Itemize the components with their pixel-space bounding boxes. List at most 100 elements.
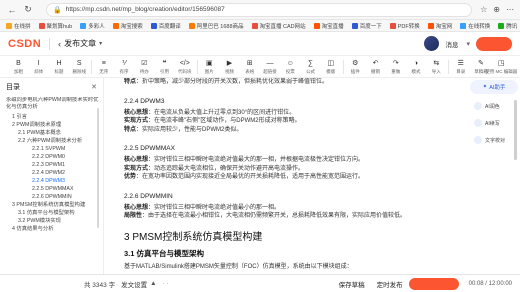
bookmark-item[interactable]: 多彩人: [80, 22, 105, 30]
toolbar-button[interactable]: ↷ 重做: [387, 59, 404, 75]
messages-link[interactable]: 消息: [445, 39, 458, 49]
feature-label: 特点: [124, 79, 137, 85]
editor-footer: 共 3343 字 发文设置 ▲ · · 保存草稿 定时发布 00:08 / 12…: [0, 274, 520, 292]
toolbar-button[interactable]: — 超链接: [262, 59, 279, 75]
editor-toolbar: B 加粗 I 斜体 H 标题 S 删除线 ≡ 无序 ⅟ 有序 ☑ 待办 ❝ 引用 </> 代码块 ▣ 图片 ▶ 视频 ⊞ 表格…: [0, 56, 520, 78]
bookmark-item[interactable]: 淘宝搜索: [112, 22, 143, 30]
save-draft-button[interactable]: 保存草稿: [339, 279, 365, 289]
schedule-publish-button[interactable]: 定时发布: [377, 279, 403, 289]
bookmark-item[interactable]: 淘宝直播: [313, 22, 344, 30]
more-icon[interactable]: ⋯: [506, 5, 514, 14]
toc-item[interactable]: 4 仿真结果与分析: [6, 225, 103, 233]
toolbar-button[interactable]: ☺ 投票: [282, 59, 299, 75]
extensions-icon[interactable]: ⊕: [493, 5, 500, 14]
chevron-down-icon[interactable]: ▾: [466, 40, 470, 48]
toc-item[interactable]: 2.2.6 DPWMMIN: [6, 193, 103, 201]
toolbar-label: 加粗: [14, 68, 23, 74]
ai-assistant-button[interactable]: ✦ AI助手: [470, 80, 518, 94]
toc-sidebar: 目录 ✕ 永磁同步电机六种PWM调制技术实时优化与仿真分析 1 引言 2 PWM调制…: [0, 78, 104, 274]
bookmark-item[interactable]: 腾讯: [498, 22, 517, 30]
bookmark-item[interactable]: 百度翻译: [150, 22, 181, 30]
toc-item[interactable]: 2.2.1 SVPWM: [6, 145, 103, 153]
toolbar-label: 标题: [54, 68, 64, 74]
refresh-icon[interactable]: ↻: [22, 4, 34, 16]
toc-item[interactable]: 2.2.4 DPWM2: [6, 169, 103, 177]
advantage-text: ：在宽功率因数范围内实现接近全局最优的开关损耗降低，适用于高性能宽范围运行。: [136, 174, 365, 180]
avatar[interactable]: [424, 36, 440, 51]
toc-item[interactable]: 3.1 仿真平台与模型架构: [6, 209, 103, 217]
toolbar-label: 使用 MC 编辑器: [485, 68, 518, 74]
toc-item[interactable]: 2.2.3 DPWM1: [6, 161, 103, 169]
scrollbar-thumb[interactable]: [514, 100, 517, 160]
toolbar-button[interactable]: ⚙ 插件: [347, 59, 364, 75]
bookmark-icon: [498, 22, 505, 29]
toc-item[interactable]: 2.2 六种PWM调制技术分析: [6, 137, 103, 145]
bookmark-item[interactable]: 淘宝网: [427, 22, 452, 30]
star-icon[interactable]: ☆: [480, 5, 487, 14]
toolbar-button[interactable]: ↶ 撤销: [367, 59, 384, 75]
publish-button[interactable]: [476, 36, 512, 51]
toolbar-button[interactable]: </> 代码块: [176, 59, 193, 75]
toolbar-button[interactable]: H 标题: [51, 59, 68, 75]
toolbar-button[interactable]: ◫ 模版: [322, 59, 339, 75]
toolbar-button[interactable]: ❝ 引用: [156, 59, 173, 75]
toolbar-label: 模版: [326, 68, 336, 74]
toc-item[interactable]: 2.2.2 DPWM0: [6, 153, 103, 161]
toolbar-button[interactable]: ▶ 视频: [221, 59, 238, 75]
chevron-up-icon[interactable]: ▲: [150, 280, 156, 287]
close-icon[interactable]: ✕: [91, 83, 97, 91]
bookmark-icon: [38, 22, 45, 29]
toolbar-button[interactable]: ≡ 无序: [95, 59, 112, 75]
toolbar-button[interactable]: ⅟ 有序: [116, 59, 133, 75]
post-settings-button[interactable]: 发文设置: [121, 279, 147, 289]
core-text: ：在电流从负最大值上升过零点到30°的区间进行钳位。: [148, 109, 296, 116]
ai-assistant-panel: ✦ AI助手 AI润色 AI续写 文字校对: [470, 80, 520, 160]
content-scrollbar[interactable]: [514, 80, 518, 270]
core-label: 核心思想: [124, 157, 149, 163]
back-chevron-icon[interactable]: ‹: [58, 39, 61, 49]
browser-address-bar: ← ↻ 🔒 https://mp.csdn.net/mp_blog/creati…: [0, 0, 520, 20]
bookmark-item[interactable]: 淘宝直播 CAD网站: [251, 22, 306, 30]
bookmark-item[interactable]: 在线拼: [6, 22, 31, 30]
toolbar-button[interactable]: ▣ 图片: [201, 59, 218, 75]
core-label: 核心思想: [124, 109, 149, 116]
bookmark-item[interactable]: 阿里巴巴 1688商品: [188, 22, 244, 30]
bookmark-item[interactable]: 聚划算hub: [38, 22, 72, 30]
toc-item[interactable]: 3 PMSM控制系统仿真模型构建: [6, 201, 103, 209]
toolbar-button[interactable]: ∑ 公式: [302, 59, 319, 75]
toc-item[interactable]: 2 PWM调制技术原理: [6, 121, 103, 129]
toolbar-button[interactable]: ☰ 目录: [452, 59, 469, 75]
bookmark-item[interactable]: 在线转换: [460, 22, 490, 30]
toolbar-button[interactable]: S 删除线: [71, 59, 88, 75]
bookmark-item[interactable]: PDF转换: [389, 22, 420, 30]
toolbar-button[interactable]: ⇆ 导入: [428, 59, 445, 75]
toolbar-button[interactable]: ⊞ 表格: [241, 59, 258, 75]
toolbar-icon: ▶: [226, 59, 233, 67]
toc-item[interactable]: 1 引言: [6, 113, 103, 121]
csdn-logo[interactable]: CSDN: [8, 38, 41, 50]
toc-item[interactable]: 2.2.4 DPWM3: [6, 177, 103, 185]
toolbar-divider: [91, 59, 92, 74]
toolbar-button[interactable]: ☑ 待办: [136, 59, 153, 75]
ai-tool-icon: [474, 136, 482, 144]
toc-item[interactable]: 2.2.5 DPWMMAX: [6, 185, 103, 193]
toolbar-button[interactable]: ◳ 使用 MC 编辑器: [485, 59, 517, 75]
bookmark-label: 在线转换: [468, 23, 491, 30]
editor-content[interactable]: 特点：折中策略，减少部分时段的开关次数，但损耗优化效果弱于峰值钳位。 2.2.4…: [108, 78, 448, 274]
toolbar-button[interactable]: B 加粗: [10, 59, 27, 75]
toc-item[interactable]: 3.2 PWM模块实现: [6, 217, 103, 225]
toolbar-button[interactable]: ◑ 模式: [408, 59, 425, 75]
publish-article-button[interactable]: [408, 277, 459, 290]
limitation-label: 局限性: [124, 213, 143, 219]
paragraph: 特点：折中策略，减少部分时段的开关次数，但损耗优化效果弱于峰值钳位。: [124, 78, 442, 87]
toolbar-icon: ⚙: [352, 59, 359, 67]
ai-tool-label: AI润色: [485, 103, 500, 110]
toolbar-button[interactable]: I 斜体: [30, 59, 47, 75]
sidebar-scrollbar[interactable]: [97, 108, 99, 228]
toc-item[interactable]: 2.1 PWM基本概念: [6, 129, 103, 137]
toc-item[interactable]: 永磁同步电机六种PWM调制技术实时优化与仿真分析: [6, 97, 103, 111]
url-field[interactable]: 🔒 https://mp.csdn.net/mp_blog/creation/e…: [46, 2, 473, 17]
bookmark-item[interactable]: 百度一下: [351, 22, 382, 30]
chevron-down-icon[interactable]: ▾: [99, 40, 102, 47]
back-arrow-icon[interactable]: ←: [6, 4, 18, 16]
